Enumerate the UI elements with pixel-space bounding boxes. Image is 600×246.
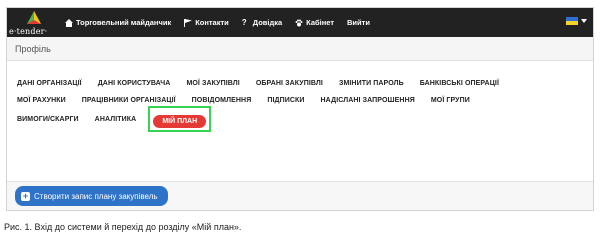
nav-item-label: Контакти xyxy=(195,18,229,27)
flag-icon xyxy=(184,18,193,27)
tab-my-plan[interactable]: МІЙ ПЛАН xyxy=(153,115,207,128)
nav-item-label: Вийти xyxy=(347,18,370,27)
nav-item-label: Кабінет xyxy=(306,18,335,27)
tab-row-1: ДАНІ ОРГАНІЗАЦІЇ ДАНІ КОРИСТУВАЧА МОЇ ЗА… xyxy=(17,76,515,90)
tab-analytics[interactable]: АНАЛІТИКА xyxy=(95,116,137,123)
page-title: Профіль xyxy=(15,44,51,54)
ukraine-flag-icon xyxy=(566,17,578,25)
top-navbar: e·tender· Торговельний майданчик Контакт… xyxy=(7,8,593,37)
tab-change-password[interactable]: ЗМІНИТИ ПАРОЛЬ xyxy=(339,80,404,87)
tab-user-data[interactable]: ДАНІ КОРИСТУВАЧА xyxy=(98,80,171,87)
e-tender-logo[interactable]: e·tender· xyxy=(9,8,59,37)
chevron-down-icon xyxy=(581,19,587,23)
tab-row-2: МОЇ РАХУНКИ ПРАЦІВНИКИ ОРГАНІЗАЦІЇ ПОВІД… xyxy=(17,93,486,107)
profile-header: Профіль xyxy=(7,37,593,61)
nav-item-help[interactable]: ? Довідка xyxy=(242,18,282,27)
tab-claims[interactable]: ВИМОГИ/СКАРГИ xyxy=(17,116,79,123)
nav-menu: Торговельний майданчик Контакти ? Довідк… xyxy=(65,8,383,37)
tab-favorite-purchases[interactable]: ОБРАНІ ЗАКУПІВЛІ xyxy=(256,80,323,87)
language-selector[interactable] xyxy=(566,17,587,25)
nav-item-label: Довідка xyxy=(252,18,283,27)
nav-item-contacts[interactable]: Контакти xyxy=(184,18,229,27)
paw-icon xyxy=(295,19,303,27)
tab-sent-invitations[interactable]: НАДІСЛАНІ ЗАПРОШЕННЯ xyxy=(321,97,415,104)
logo-mark-icon xyxy=(27,11,41,24)
nav-item-label: Торговельний майданчик xyxy=(76,18,172,27)
active-tab-highlight: МІЙ ПЛАН xyxy=(148,106,212,132)
tab-organization-data[interactable]: ДАНІ ОРГАНІЗАЦІЇ xyxy=(17,80,82,87)
tab-row-3: ВИМОГИ/СКАРГИ АНАЛІТИКА МІЙ ПЛАН xyxy=(17,106,212,132)
app-frame: e·tender· Торговельний майданчик Контакт… xyxy=(6,7,594,211)
question-icon: ? xyxy=(241,17,247,27)
nav-item-logout[interactable]: Вийти xyxy=(347,18,370,27)
tab-my-accounts[interactable]: МОЇ РАХУНКИ xyxy=(17,97,66,104)
tab-employees[interactable]: ПРАЦІВНИКИ ОРГАНІЗАЦІЇ xyxy=(82,97,176,104)
logo-text: e·tender· xyxy=(9,27,48,36)
nav-item-marketplace[interactable]: Торговельний майданчик xyxy=(65,18,171,27)
plus-icon: + xyxy=(21,190,30,201)
figure-caption: Рис. 1. Вхід до системи й перехід до роз… xyxy=(4,222,242,232)
actions-bar: + Створити запис плану закупівель xyxy=(7,181,593,210)
create-plan-record-button[interactable]: + Створити запис плану закупівель xyxy=(15,186,168,206)
home-icon xyxy=(65,18,73,27)
tab-bank-operations[interactable]: БАНКІВСЬКІ ОПЕРАЦІЇ xyxy=(420,80,499,87)
tab-my-groups[interactable]: МОЇ ГРУПИ xyxy=(431,97,470,104)
tab-subscriptions[interactable]: ПІДПИСКИ xyxy=(267,97,304,104)
nav-item-cabinet[interactable]: Кабінет xyxy=(295,18,334,27)
create-plan-label: Створити запис плану закупівель xyxy=(34,191,158,201)
tab-my-purchases[interactable]: МОЇ ЗАКУПІВЛІ xyxy=(186,80,239,87)
tab-notifications[interactable]: ПОВІДОМЛЕННЯ xyxy=(192,97,252,104)
